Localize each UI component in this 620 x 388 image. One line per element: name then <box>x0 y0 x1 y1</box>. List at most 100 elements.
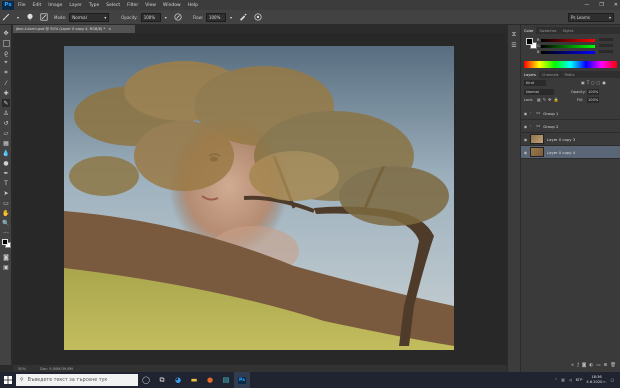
delete-layer-icon[interactable]: 🗑 <box>610 363 616 371</box>
menu-view[interactable]: View <box>145 3 156 8</box>
layer-style-icon[interactable]: ƒ <box>577 363 579 371</box>
pressure-size-icon[interactable] <box>254 13 262 21</box>
history-brush-tool-icon[interactable]: ↺ <box>2 119 10 127</box>
link-layers-icon[interactable]: ∞ <box>571 363 575 371</box>
clone-stamp-tool-icon[interactable]: ♙ <box>2 109 10 117</box>
firefox-icon[interactable]: ● <box>202 372 218 388</box>
layer-row[interactable]: ◉ › ▭ Group 1 <box>521 107 620 120</box>
gradient-tool-icon[interactable]: ▦ <box>2 139 10 147</box>
properties-panel-icon[interactable]: ☰ <box>510 41 518 49</box>
new-layer-icon[interactable]: ⊞ <box>604 363 608 371</box>
tab-styles[interactable]: Styles <box>560 29 577 33</box>
airbrush-icon[interactable] <box>239 13 247 21</box>
document-canvas[interactable] <box>64 46 454 350</box>
marquee-tool-icon[interactable] <box>2 39 10 47</box>
taskbar-search-input[interactable]: ⚲ Въведете текст за търсене тук <box>16 374 138 386</box>
lasso-tool-icon[interactable]: ϱ <box>2 49 10 57</box>
brush-tool-preset-icon[interactable] <box>2 13 10 21</box>
language-indicator[interactable]: БГР <box>576 378 583 382</box>
pen-tool-icon[interactable]: ✒ <box>2 169 10 177</box>
edit-toolbar-icon[interactable]: ··· <box>2 229 10 237</box>
quick-select-tool-icon[interactable]: ⌖ <box>2 59 10 67</box>
zoom-tool-icon[interactable]: 🔍 <box>2 219 10 227</box>
menu-layer[interactable]: Layer <box>69 3 82 8</box>
blur-tool-icon[interactable]: 💧 <box>2 149 10 157</box>
chevron-down-icon[interactable]: ▾ <box>16 13 20 21</box>
layer-row[interactable]: ◉ Layer 0 copy 3 <box>521 133 620 146</box>
multitask-icon[interactable]: ⧉ <box>154 372 170 388</box>
minimize-button[interactable]: — <box>584 2 589 8</box>
screen-mode-icon[interactable]: ▣ <box>2 263 10 271</box>
crop-tool-icon[interactable]: ⌗ <box>2 69 10 77</box>
move-tool-icon[interactable]: ✥ <box>2 29 10 37</box>
edge-browser-icon[interactable]: ◕ <box>170 372 186 388</box>
visibility-toggle-icon[interactable]: ◉ <box>521 124 530 129</box>
workspace-switcher[interactable]: Ps Learns ▾ <box>568 12 614 22</box>
menu-help[interactable]: Help <box>188 3 198 8</box>
hand-tool-icon[interactable]: ✋ <box>2 209 10 217</box>
blue-slider[interactable] <box>541 51 595 54</box>
rectangle-tool-icon[interactable]: ▭ <box>2 199 10 207</box>
blend-mode-dropdown[interactable]: Normal <box>524 89 554 95</box>
action-center-icon[interactable]: ▢ <box>611 378 614 382</box>
store-icon[interactable]: ▤ <box>218 372 234 388</box>
task-view-icon[interactable]: ◯ <box>138 372 154 388</box>
visibility-toggle-icon[interactable]: ◉ <box>521 111 530 116</box>
green-value-field[interactable] <box>599 44 613 47</box>
add-mask-icon[interactable]: ◙ <box>582 363 586 371</box>
layer-row-selected[interactable]: ◉ Layer 0 copy 4 <box>521 146 620 159</box>
file-explorer-icon[interactable]: ▬ <box>186 372 202 388</box>
healing-brush-tool-icon[interactable]: ✚ <box>2 89 10 97</box>
volume-icon[interactable]: ◁ <box>569 378 572 382</box>
lock-icons[interactable]: ▦✎✥🔒 <box>537 97 560 102</box>
mode-dropdown[interactable]: Normal ▾ <box>69 12 110 22</box>
close-tab-icon[interactable]: × <box>108 27 111 31</box>
chevron-down-icon[interactable]: ▾ <box>164 13 168 21</box>
history-panel-icon[interactable]: ⧖ <box>510 31 518 39</box>
type-tool-icon[interactable]: T <box>2 179 10 187</box>
network-icon[interactable]: ▥ <box>561 378 564 382</box>
menu-image[interactable]: Image <box>48 3 62 8</box>
tab-layers[interactable]: Layers <box>521 71 539 78</box>
tab-channels[interactable]: Channels <box>539 73 562 77</box>
opacity-field[interactable]: 100% <box>140 12 161 22</box>
menu-window[interactable]: Window <box>163 3 181 8</box>
photoshop-taskbar-icon[interactable]: Ps <box>234 372 250 388</box>
layer-opacity-field[interactable]: 100% <box>587 89 599 95</box>
brush-tool-icon[interactable]: ✎ <box>2 99 10 107</box>
layer-fill-field[interactable]: 100% <box>587 97 599 103</box>
close-button[interactable]: ✕ <box>614 2 618 8</box>
green-slider[interactable] <box>541 45 595 48</box>
tab-color[interactable]: Color <box>521 27 537 34</box>
color-spectrum-bar[interactable] <box>524 61 617 68</box>
layer-filter-icons[interactable]: ▣T◻▢● <box>581 80 617 86</box>
document-tab[interactable]: jbec-t-karrn.psd @ 50% (Layer 0 copy 4, … <box>13 25 135 33</box>
menu-select[interactable]: Select <box>106 3 120 8</box>
foreground-color-swatch[interactable] <box>2 239 8 245</box>
eyedropper-tool-icon[interactable]: ⁄ <box>2 79 10 87</box>
windows-start-icon[interactable] <box>0 372 16 388</box>
notification-chevron-icon[interactable]: ⌃ <box>554 378 557 382</box>
menu-type[interactable]: Type <box>89 3 99 8</box>
foreground-color-swatch[interactable] <box>526 38 533 45</box>
brush-panel-icon[interactable] <box>40 13 48 21</box>
quick-mask-icon[interactable]: ◙ <box>2 253 10 261</box>
document-info[interactable]: Doc: 9,00M/39,8M <box>40 367 73 371</box>
path-selection-tool-icon[interactable]: ➤ <box>2 189 10 197</box>
layer-row[interactable]: ◉ › ▭ Group 2 <box>521 120 620 133</box>
menu-file[interactable]: File <box>18 3 26 8</box>
pressure-opacity-icon[interactable] <box>174 13 182 21</box>
layer-filter-kind[interactable]: Kind <box>524 80 546 86</box>
red-slider[interactable] <box>541 39 595 42</box>
blue-value-field[interactable] <box>599 50 613 53</box>
menu-edit[interactable]: Edit <box>33 3 42 8</box>
clock[interactable]: 18:36 4.6.2020 г. <box>586 375 606 385</box>
maximize-button[interactable]: ❐ <box>599 2 603 8</box>
zoom-level[interactable]: 50% <box>18 367 26 371</box>
brush-size-icon[interactable]: 7 <box>26 13 34 21</box>
chevron-down-icon[interactable]: ▾ <box>229 13 233 21</box>
menu-filter[interactable]: Filter <box>127 3 138 8</box>
visibility-toggle-icon[interactable]: ◉ <box>521 150 530 155</box>
tab-paths[interactable]: Paths <box>562 73 578 77</box>
new-group-icon[interactable]: ▭ <box>596 363 600 371</box>
